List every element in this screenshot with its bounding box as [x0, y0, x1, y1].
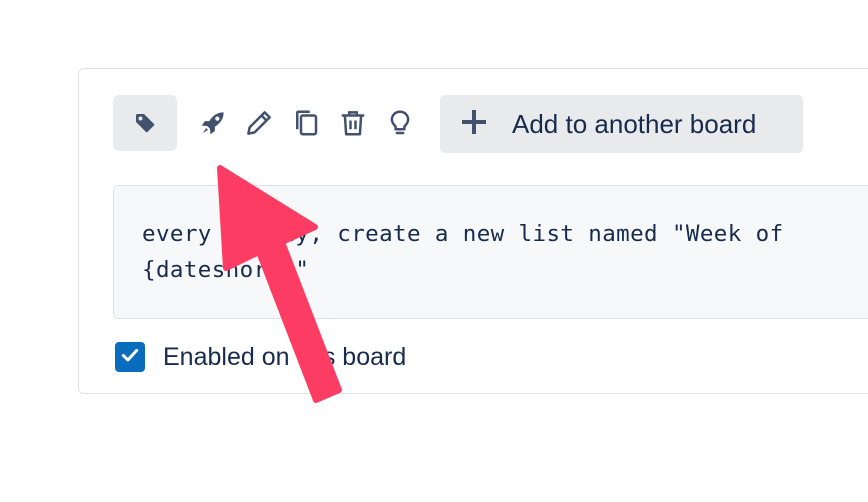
add-to-another-board-label: Add to another board [512, 108, 757, 139]
tag-button[interactable] [113, 95, 177, 151]
checkmark-icon [120, 345, 140, 370]
rule-command-text: every monday, create a new list named "W… [113, 185, 868, 319]
rocket-icon [198, 108, 228, 138]
add-to-another-board-button[interactable]: Add to another board [440, 95, 803, 153]
copy-icon [291, 108, 321, 138]
enabled-toggle-row: Enabled on this board [115, 341, 406, 373]
enabled-label: Enabled on this board [163, 342, 407, 371]
delete-button[interactable] [335, 105, 371, 141]
command-line-2: {dateshort}" [142, 257, 310, 283]
plus-icon [462, 109, 486, 139]
trash-icon [338, 108, 368, 138]
enabled-checkbox[interactable] [115, 342, 145, 372]
copy-button[interactable] [288, 105, 324, 141]
automation-rule-card: Add to another board every monday, creat… [78, 68, 868, 394]
command-line-1: every monday, create a new list named "W… [142, 221, 784, 247]
screenshot-stage: Add to another board every monday, creat… [0, 0, 868, 502]
pencil-icon [244, 108, 274, 138]
edit-button[interactable] [241, 105, 277, 141]
rocket-button[interactable] [195, 105, 231, 141]
lightbulb-icon [385, 108, 415, 138]
idea-button[interactable] [382, 105, 418, 141]
tag-icon [133, 111, 157, 135]
